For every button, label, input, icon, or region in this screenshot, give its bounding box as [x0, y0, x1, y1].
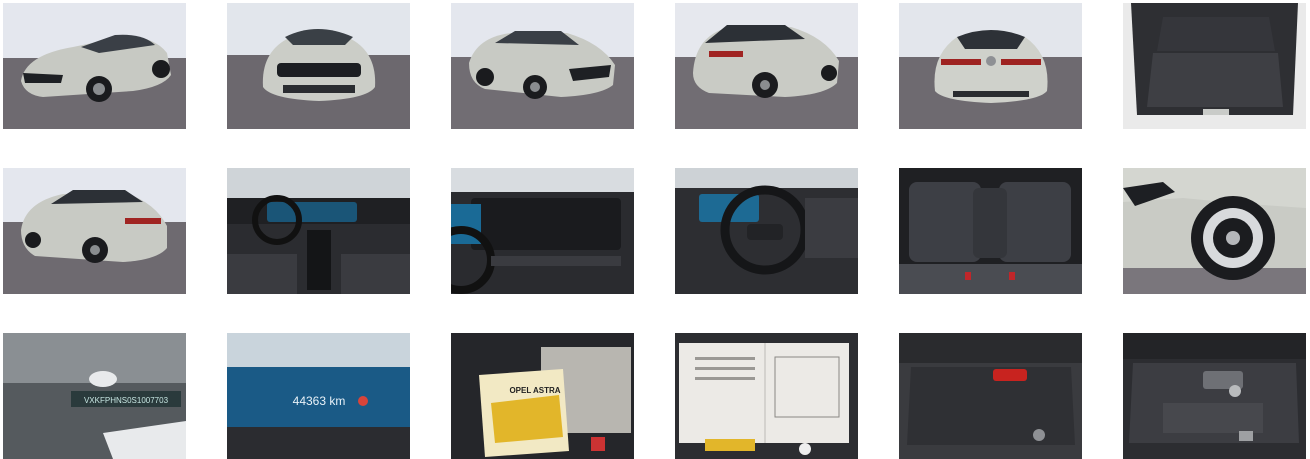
detail-photo: 44363 km [227, 333, 410, 459]
car-photo [451, 3, 634, 129]
interior-photo [675, 168, 858, 294]
photo-vin-plate[interactable]: VXKFPHNS0S1007703 [3, 333, 186, 459]
photo-exterior-rear[interactable] [899, 3, 1082, 129]
interior-photo [1123, 3, 1306, 129]
detail-photo [675, 333, 858, 459]
photo-exterior-rear-left[interactable] [675, 3, 858, 129]
photo-spare-compartment[interactable] [1123, 333, 1306, 459]
photo-exterior-rear-right[interactable] [3, 168, 186, 294]
photo-trunk-interior[interactable] [1123, 3, 1306, 129]
photo-service-booklet[interactable] [675, 333, 858, 459]
photo-gallery: VXKFPHNS0S1007703 44363 km OPEL ASTRA [0, 0, 1310, 459]
car-photo [899, 3, 1082, 129]
car-photo [227, 3, 410, 129]
interior-photo [451, 168, 634, 294]
vin-text: VXKFPHNS0S1007703 [84, 396, 169, 405]
photo-front-wheel[interactable] [1123, 168, 1306, 294]
car-photo [1123, 168, 1306, 294]
car-photo [675, 3, 858, 129]
odometer-reading: 44363 km [293, 394, 346, 408]
photo-trunk-tools[interactable] [899, 333, 1082, 459]
photo-dashboard-display[interactable] [451, 168, 634, 294]
photo-rear-seats[interactable] [899, 168, 1082, 294]
photo-steering-wheel[interactable] [675, 168, 858, 294]
photo-odometer[interactable]: 44363 km [227, 333, 410, 459]
interior-photo [227, 168, 410, 294]
detail-photo [1123, 333, 1306, 459]
photo-owner-manual[interactable]: OPEL ASTRA [451, 333, 634, 459]
manual-title: OPEL ASTRA [509, 386, 560, 395]
car-photo [3, 168, 186, 294]
photo-exterior-front[interactable] [227, 3, 410, 129]
photo-exterior-front-right[interactable] [451, 3, 634, 129]
detail-photo [899, 333, 1082, 459]
photo-dashboard-cockpit[interactable] [227, 168, 410, 294]
car-photo [3, 3, 186, 129]
detail-photo: OPEL ASTRA [451, 333, 634, 459]
photo-exterior-front-left[interactable] [3, 3, 186, 129]
detail-photo: VXKFPHNS0S1007703 [3, 333, 186, 459]
interior-photo [899, 168, 1082, 294]
